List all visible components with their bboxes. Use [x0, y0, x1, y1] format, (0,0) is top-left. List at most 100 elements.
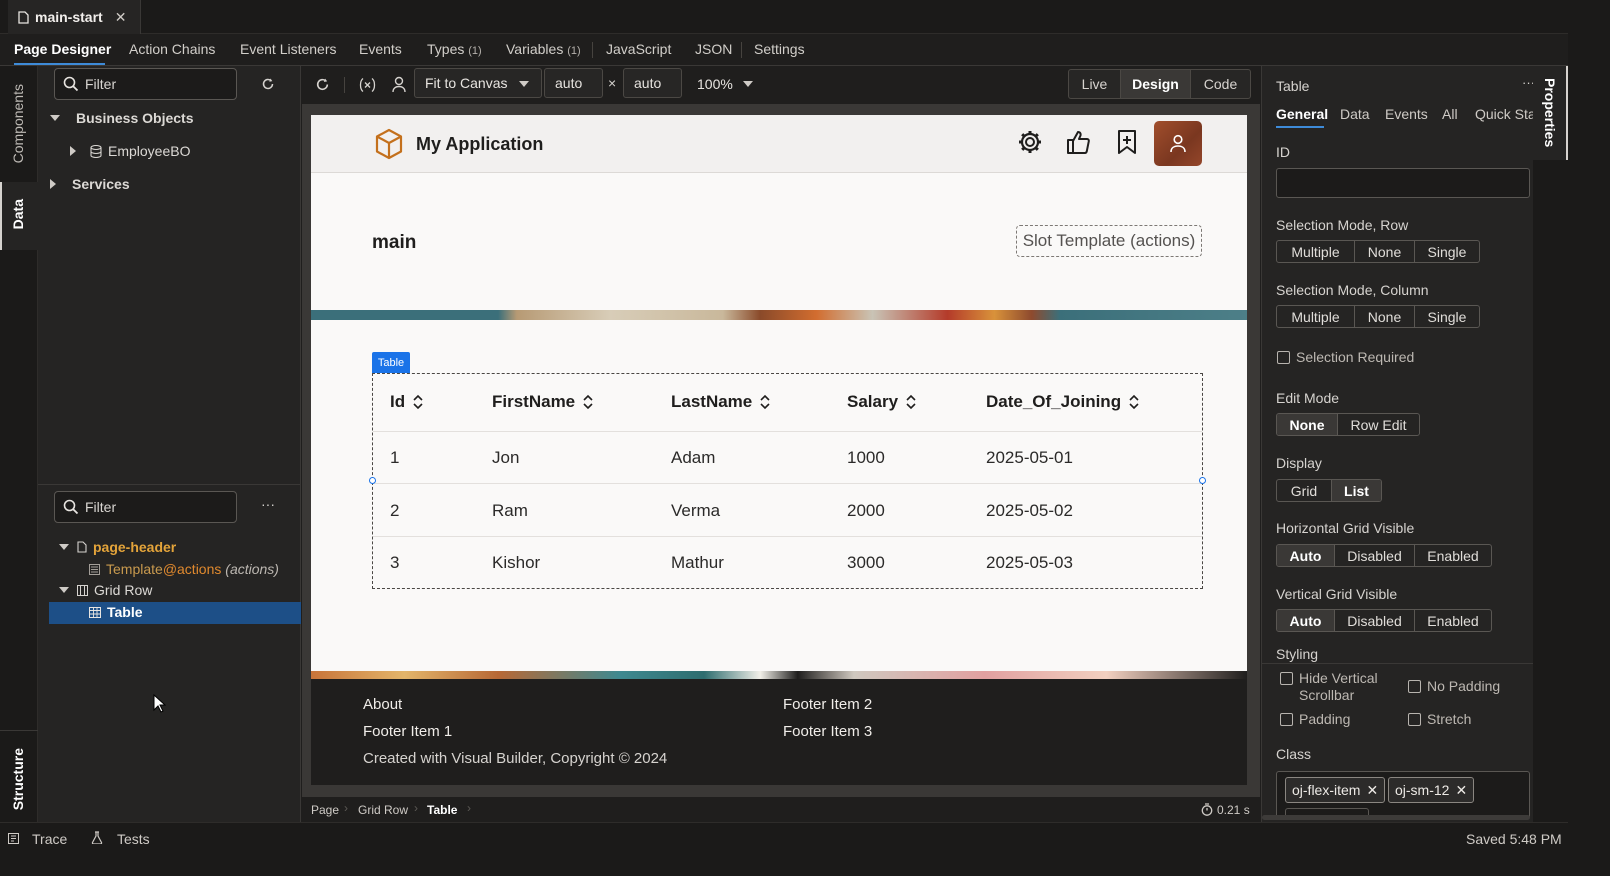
caret-down-icon[interactable]: [59, 544, 69, 550]
tree-services[interactable]: Services: [50, 176, 130, 192]
column-header-firstname[interactable]: FirstName: [492, 392, 593, 412]
tab-javascript[interactable]: JavaScript: [606, 41, 671, 57]
bookmark-icon[interactable]: [1116, 129, 1138, 155]
tab-page-designer[interactable]: Page Designer: [14, 41, 111, 57]
tab-variables[interactable]: Variables (1): [506, 41, 581, 57]
breadcrumb-table[interactable]: Table: [427, 803, 457, 817]
mode-code-button[interactable]: Code: [1190, 69, 1251, 99]
selection-col-multiple[interactable]: Multiple: [1277, 306, 1355, 327]
tab-settings[interactable]: Settings: [754, 41, 805, 57]
resize-handle-right[interactable]: [1199, 477, 1206, 484]
tree-page-header[interactable]: page-header: [59, 539, 176, 555]
prop-tab-all[interactable]: All: [1442, 106, 1458, 122]
mode-live-button[interactable]: Live: [1068, 69, 1121, 99]
column-header-lastname[interactable]: LastName: [671, 392, 770, 412]
tab-json[interactable]: JSON: [695, 41, 732, 57]
hgrid-disabled[interactable]: Disabled: [1335, 545, 1415, 566]
column-header-id[interactable]: Id: [390, 392, 423, 412]
rail-tab-structure[interactable]: Structure: [10, 748, 26, 810]
caret-right-icon[interactable]: [50, 179, 56, 189]
trace-button[interactable]: Trace: [32, 831, 67, 847]
hgrid-enabled[interactable]: Enabled: [1415, 545, 1491, 566]
tree-template[interactable]: Template@actions (actions): [89, 561, 279, 577]
selection-col-none[interactable]: None: [1355, 306, 1415, 327]
slot-template-actions[interactable]: Slot Template (actions): [1016, 225, 1202, 257]
padding-checkbox[interactable]: [1280, 713, 1293, 726]
canvas-width-input[interactable]: auto: [544, 68, 603, 98]
sort-icon[interactable]: [1129, 394, 1139, 410]
vgrid-auto[interactable]: Auto: [1277, 610, 1335, 631]
settings-gear-icon[interactable]: [1017, 129, 1043, 155]
display-list[interactable]: List: [1332, 480, 1381, 501]
tab-event-listeners[interactable]: Event Listeners: [240, 41, 337, 57]
rail-tab-data[interactable]: Data: [10, 199, 26, 229]
display-grid[interactable]: Grid: [1277, 480, 1332, 501]
structure-filter-input[interactable]: Filter: [54, 491, 237, 523]
hgrid-auto[interactable]: Auto: [1277, 545, 1335, 566]
tab-action-chains[interactable]: Action Chains: [129, 41, 215, 57]
tab-types[interactable]: Types (1): [427, 41, 482, 57]
canvas-height-input[interactable]: auto: [623, 68, 682, 98]
vgrid-enabled[interactable]: Enabled: [1415, 610, 1491, 631]
remove-chip-icon[interactable]: ✕: [1366, 782, 1378, 799]
tree-employee-bo[interactable]: EmployeeBO: [70, 143, 190, 159]
edit-mode-row-edit[interactable]: Row Edit: [1338, 414, 1419, 435]
prop-tab-general[interactable]: General: [1276, 106, 1328, 122]
selection-required-checkbox[interactable]: [1277, 351, 1290, 364]
refresh-icon[interactable]: [261, 77, 275, 91]
zoom-select[interactable]: 100%: [697, 76, 753, 92]
footer-link-item-3[interactable]: Footer Item 3: [783, 723, 872, 740]
user-avatar[interactable]: [1154, 121, 1202, 166]
tree-table[interactable]: Table: [89, 604, 143, 620]
column-header-salary[interactable]: Salary: [847, 392, 916, 412]
column-header-date-of-joining[interactable]: Date_Of_Joining: [986, 392, 1139, 412]
footer-link-item-1[interactable]: Footer Item 1: [363, 723, 452, 740]
selection-col-single[interactable]: Single: [1415, 306, 1479, 327]
tab-events[interactable]: Events: [359, 41, 402, 57]
fit-to-canvas-select[interactable]: Fit to Canvas: [414, 68, 542, 98]
breadcrumb-grid-row[interactable]: Grid Row: [358, 803, 408, 817]
remove-chip-icon[interactable]: ✕: [1455, 782, 1467, 799]
edit-mode-none[interactable]: None: [1277, 414, 1338, 435]
vgrid-disabled[interactable]: Disabled: [1335, 610, 1415, 631]
no-padding-checkbox[interactable]: [1408, 680, 1421, 693]
selection-row-single[interactable]: Single: [1415, 241, 1479, 262]
tree-business-objects[interactable]: Business Objects: [50, 110, 194, 126]
selection-row-none[interactable]: None: [1355, 241, 1415, 262]
close-tab-icon[interactable]: ✕: [115, 9, 127, 26]
prop-tab-data[interactable]: Data: [1340, 106, 1370, 122]
breadcrumb-page[interactable]: Page: [311, 803, 339, 817]
caret-down-icon[interactable]: [59, 587, 69, 593]
selection-row-multiple[interactable]: Multiple: [1277, 241, 1355, 262]
sort-icon[interactable]: [906, 394, 916, 410]
id-input[interactable]: [1276, 168, 1530, 198]
panel-splitter[interactable]: [38, 484, 301, 485]
footer-link-item-2[interactable]: Footer Item 2: [783, 696, 872, 713]
resize-handle-left[interactable]: [369, 477, 376, 484]
user-icon[interactable]: [392, 76, 406, 93]
prop-tab-events[interactable]: Events: [1385, 106, 1428, 122]
data-filter-input[interactable]: Filter: [54, 68, 237, 100]
rail-tab-properties[interactable]: Properties: [1542, 78, 1558, 147]
more-options-icon[interactable]: ···: [261, 496, 275, 512]
tree-grid-row[interactable]: Grid Row: [59, 582, 152, 598]
thumbs-up-icon[interactable]: [1066, 129, 1090, 155]
file-tab-main-start[interactable]: main-start ✕: [8, 0, 141, 34]
sort-icon[interactable]: [413, 394, 423, 410]
mode-design-button[interactable]: Design: [1120, 69, 1191, 99]
data-table[interactable]: Id FirstName LastName Salary Date_Of_Joi…: [372, 373, 1203, 589]
tests-button[interactable]: Tests: [117, 831, 150, 847]
sort-icon[interactable]: [583, 394, 593, 410]
class-input[interactable]: oj-flex-item ✕ oj-sm-12 ✕: [1276, 771, 1530, 819]
caret-right-icon[interactable]: [70, 146, 76, 156]
variables-icon[interactable]: [359, 77, 376, 93]
stretch-checkbox[interactable]: [1408, 713, 1421, 726]
footer-link-about[interactable]: About: [363, 696, 402, 713]
caret-down-icon[interactable]: [50, 115, 60, 121]
prop-tab-quick-start[interactable]: Quick Sta: [1475, 106, 1536, 122]
hide-vertical-scrollbar-checkbox[interactable]: [1280, 672, 1293, 685]
horizontal-scrollbar[interactable]: [1262, 815, 1530, 820]
rail-tab-components[interactable]: Components: [10, 84, 26, 163]
sort-icon[interactable]: [760, 394, 770, 410]
refresh-icon[interactable]: [315, 77, 330, 92]
